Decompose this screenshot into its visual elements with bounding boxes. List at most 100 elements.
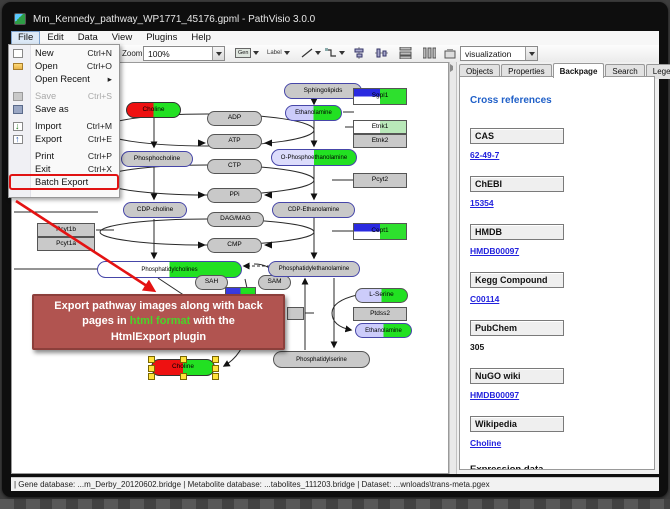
tab-backpage[interactable]: Backpage [553, 63, 605, 78]
add-label-button[interactable]: Label [265, 46, 292, 60]
open-folder-icon [13, 63, 23, 70]
file-menu: NewCtrl+NOpenCtrl+OOpen Recent▸SaveCtrl+… [8, 44, 120, 198]
xref-link-cas[interactable]: 62-49-7 [470, 150, 499, 160]
node-cmp[interactable]: CMP [207, 238, 262, 253]
file-menu-item-open-recent[interactable]: Open Recent▸ [9, 73, 119, 86]
desktop-edge [0, 499, 670, 509]
title-bar: Mm_Kennedy_pathway_WP1771_45176.gpml - P… [14, 11, 315, 27]
node-phosphatidylserine[interactable]: Phosphatidylserine [273, 351, 370, 368]
xref-link-chebi[interactable]: 15354 [470, 198, 494, 208]
file-menu-item-new[interactable]: NewCtrl+N [9, 47, 119, 60]
xref-link-nugo-wiki[interactable]: HMDB00097 [470, 390, 519, 400]
menubar-item-view[interactable]: View [105, 31, 139, 45]
menu-item-shortcut: Ctrl+M [86, 120, 112, 133]
node-pcyt1b[interactable]: Pcyt1b [37, 223, 95, 237]
node-ethanolamine-bottom[interactable]: Ethanolamine [355, 323, 412, 338]
node-sah[interactable]: SAH [195, 275, 228, 290]
menu-item-shortcut: Ctrl+E [88, 133, 112, 146]
menubar-item-data[interactable]: Data [71, 31, 105, 45]
node-pcyt2[interactable]: Pcyt2 [353, 173, 407, 188]
xref-link-wikipedia[interactable]: Choline [470, 438, 501, 448]
common-size-button[interactable] [442, 46, 458, 60]
node-ctp[interactable]: CTP [207, 159, 262, 174]
connector-icon [325, 48, 337, 58]
panel-splitter[interactable] [449, 62, 457, 474]
menu-item-label: Save [35, 91, 56, 101]
node-pisd[interactable] [287, 307, 304, 320]
zoom-label: Zoom: [122, 49, 145, 58]
menubar-item-file[interactable]: File [11, 31, 40, 45]
selection-handle[interactable] [148, 373, 155, 380]
node-adp[interactable]: ADP [207, 111, 262, 126]
node-sgpl1[interactable]: Sgpl1 [353, 88, 407, 105]
callout-highlight-text: html format [130, 315, 191, 327]
selection-handle[interactable] [180, 373, 187, 380]
xref-value-pubchem: 305 [470, 342, 654, 352]
node-choline-top[interactable]: Choline [126, 102, 181, 118]
draw-connector-button[interactable] [323, 46, 347, 60]
add-datanode-button[interactable]: Gen [233, 46, 261, 60]
visualization-combobox[interactable]: visualization [460, 46, 538, 61]
visualization-dropdown-icon[interactable] [525, 47, 537, 60]
node-atp[interactable]: ATP [207, 134, 262, 149]
node-o-phosphoethanolamine[interactable]: O-Phosphoethanolamine [271, 149, 357, 166]
file-menu-item-save[interactable]: SaveCtrl+S [9, 90, 119, 103]
menubar-item-plugins[interactable]: Plugins [139, 31, 184, 45]
zoom-dropdown-icon[interactable] [212, 47, 224, 60]
callout-line3: HtmlExport plugin [34, 330, 283, 345]
xref-link-kegg-compound[interactable]: C00114 [470, 294, 499, 304]
file-menu-item-import[interactable]: Import Ctrl+M [9, 120, 119, 133]
expression-data-header: Expression data [470, 464, 654, 470]
node-ptdss2[interactable]: Ptdss2 [353, 307, 407, 321]
distribute-horizontal-button[interactable] [421, 46, 438, 60]
annotation-callout: Export pathway images along with back pa… [32, 294, 285, 350]
splitter-collapse-icon[interactable] [450, 64, 457, 72]
file-menu-item-print[interactable]: PrintCtrl+P [9, 150, 119, 163]
distribute-vertical-button[interactable] [397, 46, 414, 60]
align-center-icon [353, 47, 366, 59]
xref-link-hmdb[interactable]: HMDB00097 [470, 246, 519, 256]
node-cdp-choline[interactable]: CDP-choline [123, 202, 187, 218]
label-icon: Label [267, 50, 282, 56]
common-size-icon [444, 48, 456, 59]
menu-item-label: New [35, 48, 54, 58]
file-menu-item-save-as[interactable]: Save as [9, 103, 119, 116]
file-menu-item-open[interactable]: OpenCtrl+O [9, 60, 119, 73]
selection-handle[interactable] [212, 373, 219, 380]
zoom-combobox[interactable]: 100% [143, 46, 225, 61]
menu-item-label: Batch Export [35, 177, 88, 187]
node-etnk1[interactable]: Etnk1 [353, 120, 407, 134]
node-phosphatidylethanolamine[interactable]: Phosphatidylethanolamine [268, 261, 360, 277]
menubar-item-edit[interactable]: Edit [40, 31, 70, 45]
node-etnk2[interactable]: Etnk2 [353, 134, 407, 148]
node-dag-mag[interactable]: DAG/MAG [207, 212, 264, 227]
node-cdp-ethanolamine[interactable]: CDP-Ethanolamine [272, 202, 355, 218]
selection-handle[interactable] [148, 365, 155, 372]
visualization-value: visualization [465, 49, 511, 59]
node-l-serine[interactable]: L-Serine [355, 288, 408, 303]
line-icon [301, 48, 313, 58]
align-middle-button[interactable] [373, 46, 390, 60]
node-ppi[interactable]: PPi [207, 188, 262, 203]
export-icon [13, 135, 23, 144]
menu-item-label: Import [35, 121, 61, 131]
selection-handle[interactable] [180, 356, 187, 363]
node-cept1[interactable]: Cept1 [353, 223, 407, 240]
submenu-arrow-icon: ▸ [108, 73, 112, 86]
xref-section-cas: CAS [470, 128, 564, 144]
node-ethanolamine-top[interactable]: Ethanolamine [285, 105, 342, 121]
side-panel: ObjectsPropertiesBackpageSearchLegend Cr… [457, 62, 659, 474]
selection-handle[interactable] [212, 356, 219, 363]
node-phosphocholine[interactable]: Phosphocholine [121, 151, 193, 167]
file-menu-item-batch-export[interactable]: Batch Export [9, 176, 119, 189]
menubar-item-help[interactable]: Help [184, 31, 218, 45]
selection-handle[interactable] [212, 365, 219, 372]
node-sam[interactable]: SAM [258, 275, 291, 290]
node-pcyt1a[interactable]: Pcyt1a [37, 237, 95, 251]
draw-line-button[interactable] [299, 46, 323, 60]
align-center-button[interactable] [351, 46, 368, 60]
selection-handle[interactable] [148, 356, 155, 363]
xref-section-kegg-compound: Kegg Compound [470, 272, 564, 288]
file-menu-item-export[interactable]: ExportCtrl+E [9, 133, 119, 146]
node-sphingolipids[interactable]: Sphingolipids [284, 83, 362, 99]
